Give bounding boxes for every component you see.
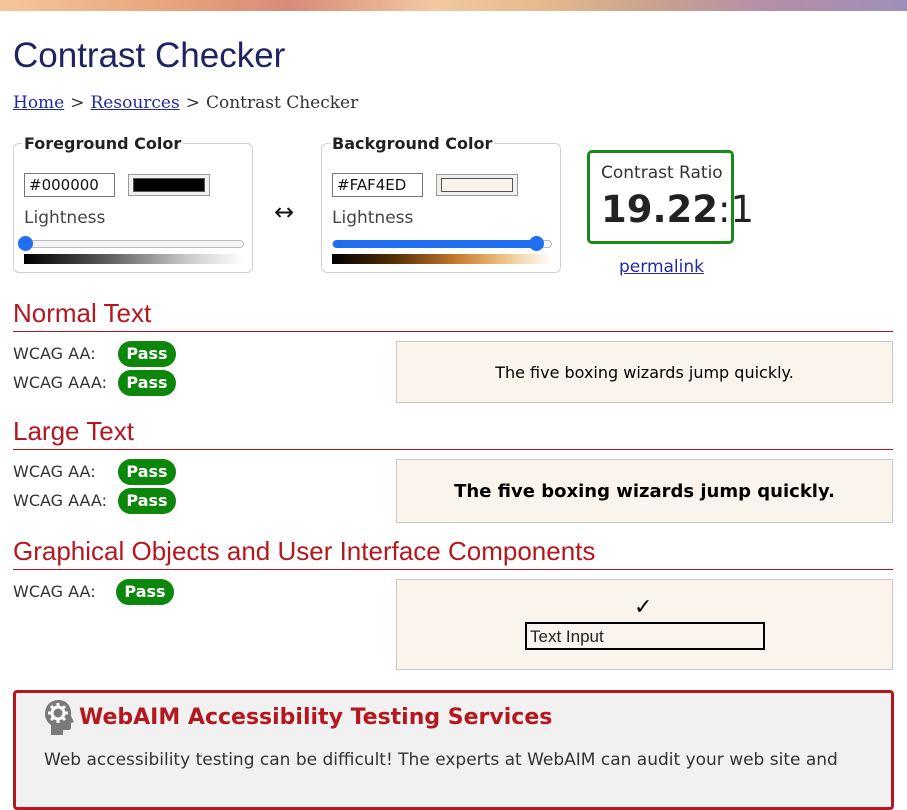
foreground-color-legend: Foreground Color bbox=[22, 134, 184, 153]
graphical-aa-label: WCAG AA: bbox=[13, 582, 96, 601]
background-lightness-slider[interactable] bbox=[332, 236, 552, 251]
foreground-slider-thumb[interactable] bbox=[18, 236, 33, 251]
graphical-objects-heading: Graphical Objects and User Interface Com… bbox=[13, 536, 893, 570]
contrast-ratio-label: Contrast Ratio bbox=[601, 163, 723, 183]
background-lightness-gradient bbox=[332, 254, 552, 264]
normal-aa-pass-badge: Pass bbox=[118, 341, 176, 367]
foreground-color-panel: Foreground Color Lightness bbox=[13, 134, 253, 273]
foreground-hex-input[interactable] bbox=[24, 173, 115, 197]
large-aaa-pass-badge: Pass bbox=[118, 488, 176, 514]
permalink-link[interactable]: permalink bbox=[619, 257, 704, 277]
large-aa-pass-badge: Pass bbox=[118, 459, 176, 485]
breadcrumb-resources-link[interactable]: Resources bbox=[91, 93, 180, 113]
foreground-color-picker[interactable] bbox=[128, 174, 210, 196]
foreground-lightness-label: Lightness bbox=[24, 208, 106, 228]
background-color-panel: Background Color Lightness bbox=[321, 134, 561, 273]
background-color-picker[interactable] bbox=[436, 174, 518, 196]
normal-text-sample-box: The five boxing wizards jump quickly. bbox=[396, 341, 893, 403]
checkmark-icon: ✓ bbox=[634, 595, 653, 620]
large-text-sample-box: The five boxing wizards jump quickly. bbox=[396, 459, 893, 523]
contrast-ratio-box: Contrast Ratio 19.22:1 bbox=[587, 150, 754, 244]
large-aaa-label: WCAG AAA: bbox=[13, 491, 107, 510]
large-aa-label: WCAG AA: bbox=[13, 462, 96, 481]
breadcrumb-current: Contrast Checker bbox=[205, 93, 359, 113]
background-swatch bbox=[441, 178, 513, 192]
breadcrumb-home-link[interactable]: Home bbox=[13, 93, 64, 113]
header-banner bbox=[0, 0, 907, 11]
normal-text-heading: Normal Text bbox=[13, 298, 893, 332]
swap-colors-icon[interactable]: ↔ bbox=[274, 198, 294, 226]
background-color-legend: Background Color bbox=[330, 134, 495, 153]
foreground-lightness-slider[interactable] bbox=[18, 236, 244, 251]
background-hex-input[interactable] bbox=[332, 173, 423, 197]
contrast-ratio-number: 19.22 bbox=[601, 188, 719, 231]
contrast-ratio-suffix: :1 bbox=[718, 188, 755, 231]
large-text-heading: Large Text bbox=[13, 416, 893, 450]
promo-text: Web accessibility testing can be difficu… bbox=[44, 750, 838, 770]
contrast-ratio-value: 19.22:1 bbox=[601, 188, 754, 231]
normal-aaa-pass-badge: Pass bbox=[118, 370, 176, 396]
webaim-services-promo: WebAIM Accessibility Testing Services We… bbox=[13, 690, 894, 810]
normal-aa-label: WCAG AA: bbox=[13, 344, 96, 363]
graphical-sample-box: ✓ Text Input bbox=[396, 579, 893, 670]
background-lightness-label: Lightness bbox=[332, 208, 414, 228]
graphical-aa-pass-badge: Pass bbox=[116, 579, 174, 605]
breadcrumb: Home > Resources > Contrast Checker bbox=[13, 93, 358, 113]
background-slider-thumb[interactable] bbox=[528, 236, 544, 251]
gear-head-icon bbox=[45, 700, 74, 735]
promo-title: WebAIM Accessibility Testing Services bbox=[79, 705, 553, 730]
normal-text-sample: The five boxing wizards jump quickly. bbox=[495, 362, 794, 382]
sample-text-input[interactable]: Text Input bbox=[525, 622, 765, 650]
foreground-swatch bbox=[133, 178, 205, 192]
background-slider-fill bbox=[333, 240, 536, 248]
large-text-sample: The five boxing wizards jump quickly. bbox=[454, 480, 835, 502]
foreground-lightness-gradient bbox=[24, 254, 244, 264]
breadcrumb-separator: > bbox=[185, 93, 200, 113]
page-title: Contrast Checker bbox=[13, 36, 286, 75]
normal-aaa-label: WCAG AAA: bbox=[13, 373, 107, 392]
breadcrumb-separator: > bbox=[70, 93, 85, 113]
